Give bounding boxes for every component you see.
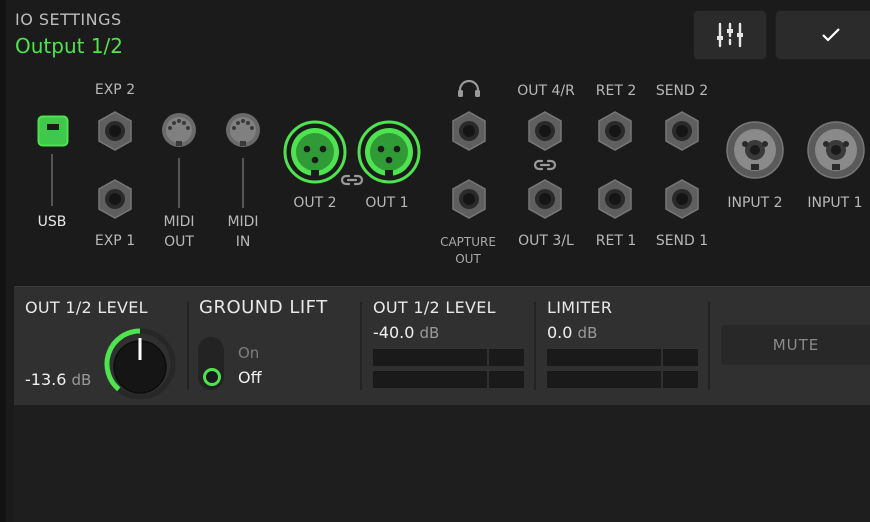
- out2-xlr-icon[interactable]: [283, 120, 347, 184]
- send2-jack-icon[interactable]: [663, 111, 701, 151]
- out3l-jack-icon[interactable]: [526, 179, 564, 219]
- ret1-jack-icon[interactable]: [596, 179, 634, 219]
- limiter-readout: 0.0 dB: [547, 323, 597, 342]
- out1-label: OUT 1: [365, 195, 409, 211]
- ground-lift-on-label[interactable]: On: [238, 344, 259, 362]
- send2-label: SEND 2: [655, 83, 709, 99]
- page-title: IO SETTINGS: [15, 10, 122, 29]
- exp1-jack-icon[interactable]: [96, 179, 134, 219]
- ret2-label: RET 2: [595, 83, 637, 99]
- limiter-meter-right-channel: [547, 371, 698, 388]
- left-frame-edge: [0, 0, 6, 522]
- midi-out-label-2: OUT: [164, 234, 194, 250]
- confirm-button[interactable]: [775, 10, 870, 60]
- ground-lift-title: GROUND LIFT: [199, 297, 328, 318]
- ground-lift-toggle[interactable]: [198, 337, 224, 390]
- out1-xlr-icon[interactable]: [357, 120, 421, 184]
- midi-out-label-1: MIDI: [163, 214, 195, 230]
- out-level-title: OUT 1/2 LEVEL: [25, 298, 148, 317]
- out3l-label: OUT 3/L: [518, 233, 574, 249]
- limiter-value: 0.0: [547, 323, 573, 342]
- out-level-readout: -13.6 dB: [25, 370, 91, 389]
- panel-divider: [534, 302, 536, 390]
- ground-lift-off-label[interactable]: Off: [238, 368, 262, 387]
- send1-jack-icon[interactable]: [663, 179, 701, 219]
- ret1-label: RET 1: [595, 233, 637, 249]
- exp2-label: EXP 2: [94, 82, 136, 98]
- out-meter-value: -40.0: [373, 323, 415, 342]
- midi-in-line: [242, 158, 244, 208]
- headphones-icon: [458, 80, 480, 97]
- capture-out-label-1: CAPTURE: [440, 235, 496, 249]
- input1-combo-jack-icon[interactable]: [806, 120, 866, 180]
- midi-out-port-icon[interactable]: [161, 112, 197, 148]
- capture-out-jack-icon[interactable]: [450, 179, 488, 219]
- out-meter-readout: -40.0 dB: [373, 323, 439, 342]
- page-subtitle: Output 1/2: [15, 34, 124, 58]
- limiter-unit: dB: [577, 324, 598, 342]
- headphone-jack-icon[interactable]: [450, 111, 488, 151]
- out4r-label: OUT 4/R: [517, 83, 575, 99]
- out-meter-title: OUT 1/2 LEVEL: [373, 298, 496, 317]
- out4r-jack-icon[interactable]: [526, 111, 564, 151]
- out-meter-unit: dB: [419, 324, 440, 342]
- mixer-sliders-icon: [717, 22, 743, 48]
- capture-out-label-2: OUT: [455, 252, 481, 266]
- exp2-jack-icon[interactable]: [96, 111, 134, 151]
- out-meter-left-channel: [373, 349, 524, 366]
- panel-divider: [360, 302, 362, 390]
- mixer-button[interactable]: [693, 10, 767, 60]
- empty-content-area: [14, 405, 870, 522]
- ground-lift-toggle-thumb: [203, 368, 221, 386]
- usb-port-icon[interactable]: [37, 115, 69, 149]
- exp1-label: EXP 1: [94, 233, 136, 249]
- input2-label: INPUT 2: [727, 195, 783, 211]
- midi-in-port-icon[interactable]: [225, 112, 261, 148]
- mute-button[interactable]: MUTE: [721, 325, 870, 365]
- limiter-meter-left-channel: [547, 349, 698, 366]
- out34-link-icon[interactable]: [533, 157, 557, 173]
- midi-out-line: [178, 158, 180, 208]
- panel-divider: [708, 302, 710, 390]
- out-level-knob[interactable]: [104, 328, 176, 400]
- midi-in-label-1: MIDI: [227, 214, 259, 230]
- out-level-unit: dB: [71, 371, 92, 389]
- out-level-value: -13.6: [25, 370, 67, 389]
- panel-divider: [187, 302, 189, 390]
- send1-label: SEND 1: [655, 233, 709, 249]
- usb-label: USB: [37, 214, 67, 230]
- input1-label: INPUT 1: [807, 195, 863, 211]
- out2-label: OUT 2: [293, 195, 337, 211]
- checkmark-icon: [822, 28, 840, 42]
- usb-connector-line: [51, 154, 53, 206]
- input2-combo-jack-icon[interactable]: [725, 120, 785, 180]
- limiter-title: LIMITER: [547, 298, 613, 317]
- midi-in-label-2: IN: [235, 234, 251, 250]
- ret2-jack-icon[interactable]: [596, 111, 634, 151]
- out-meter-right-channel: [373, 371, 524, 388]
